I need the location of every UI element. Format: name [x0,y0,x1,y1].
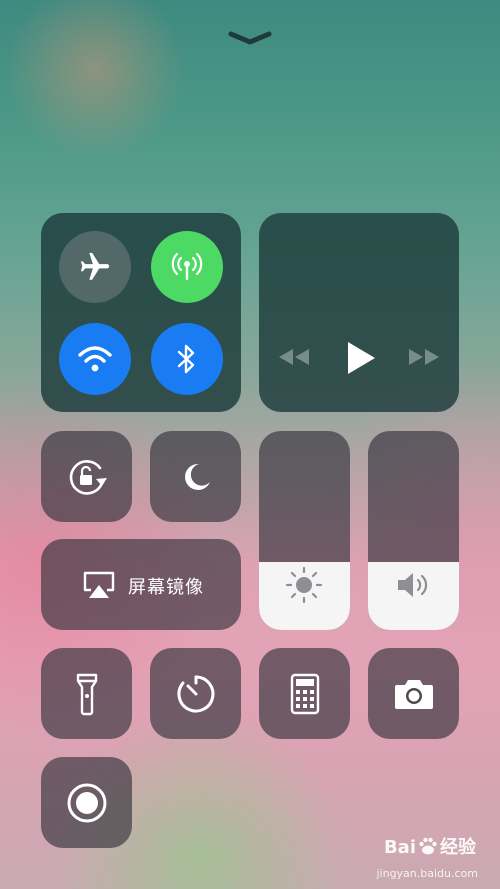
baidu-paw-icon [419,837,437,855]
screen-record-icon [67,783,106,822]
play-icon[interactable] [345,340,377,376]
watermark-url: jingyan.baidu.com [376,867,478,880]
timer-icon [177,675,214,712]
camera-button[interactable] [368,648,459,739]
bluetooth-toggle[interactable] [151,323,223,395]
dismiss-chevron[interactable] [228,30,272,45]
bluetooth-icon [177,344,195,374]
screen-recording-button[interactable] [41,757,132,848]
rewind-icon[interactable] [277,347,311,367]
wifi-icon [78,346,112,372]
music-panel [259,213,459,412]
airplane-mode-toggle[interactable] [59,231,131,303]
sun-icon [285,566,323,604]
rotation-lock-button[interactable] [41,431,132,522]
moon-icon [184,463,210,490]
timer-button[interactable] [150,648,241,739]
rotation-lock-icon [69,459,107,495]
flashlight-icon [76,673,97,715]
cellular-antenna-icon [171,252,203,281]
calculator-icon [290,673,319,714]
volume-slider[interactable] [368,431,459,630]
fast-forward-icon[interactable] [407,347,441,367]
chevron-down-icon [228,31,272,45]
airplay-icon [83,571,115,598]
connectivity-panel [41,213,241,412]
wifi-toggle[interactable] [59,323,131,395]
watermark-brand: Bai 经验 [383,837,476,858]
screen-mirroring-label: 屏幕镜像 [128,577,204,598]
speaker-icon [398,573,428,597]
calculator-button[interactable] [259,648,350,739]
do-not-disturb-button[interactable] [150,431,241,522]
brightness-slider[interactable] [259,431,350,630]
airplane-icon [80,252,110,280]
cellular-data-toggle[interactable] [151,231,223,303]
camera-icon [394,679,433,709]
flashlight-button[interactable] [41,648,132,739]
